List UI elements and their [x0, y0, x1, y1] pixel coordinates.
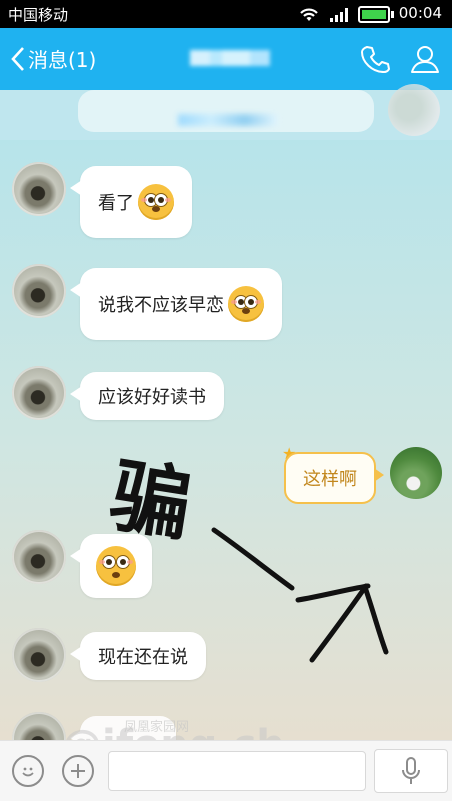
message-bubble[interactable]: 应该好好读书 — [70, 372, 224, 420]
emoji-icon — [22, 767, 34, 777]
clock-label: 00:04 — [398, 4, 442, 22]
plus-button[interactable] — [62, 755, 94, 787]
avatar[interactable] — [12, 530, 66, 584]
status-icons — [298, 6, 394, 23]
avatar[interactable] — [12, 264, 66, 318]
emoji-button[interactable] — [12, 755, 44, 787]
plus-icon — [71, 764, 85, 778]
back-button[interactable]: 消息(1) — [10, 44, 96, 73]
message-bubble[interactable]: 说我不应该早恋 — [70, 268, 282, 340]
chevron-left-icon — [11, 46, 24, 71]
status-bar: 中国移动 00:04 — [0, 0, 452, 28]
flushed-face-emoji-icon — [96, 546, 136, 586]
message-text: 应该好好读书 — [98, 387, 206, 408]
carrier-label: 中国移动 — [8, 6, 69, 24]
wifi-icon — [300, 8, 318, 21]
message-bubble[interactable]: 现在还在说 — [70, 632, 206, 680]
flushed-face-emoji-icon — [138, 184, 174, 220]
contact-icon[interactable] — [410, 44, 440, 74]
message-bubble[interactable]: 看了 — [70, 166, 192, 238]
phone-icon[interactable] — [360, 44, 390, 74]
chat-area — [0, 140, 452, 740]
voice-button[interactable] — [374, 749, 448, 793]
back-label: 消息(1) — [28, 48, 97, 72]
message-text: 说我不应该早恋 — [98, 295, 224, 316]
notice-blur-overlay — [178, 114, 278, 126]
avatar[interactable] — [12, 628, 66, 682]
battery-icon — [358, 6, 394, 23]
message-text: 这样啊 — [303, 469, 357, 490]
notice-avatar — [388, 84, 440, 136]
avatar[interactable] — [12, 162, 66, 216]
input-bar — [0, 740, 452, 801]
microphone-icon — [402, 757, 420, 784]
my-avatar[interactable] — [390, 447, 442, 499]
avatar[interactable] — [12, 366, 66, 420]
message-text: 看了 — [98, 193, 134, 214]
message-input[interactable] — [108, 751, 366, 791]
message-text: 现在还在说 — [98, 647, 188, 668]
message-bubble-outgoing[interactable]: 这样啊 — [284, 452, 384, 504]
chat-header: 消息(1) — [0, 28, 452, 90]
contact-name-blurred — [190, 50, 270, 66]
flushed-face-emoji-icon — [228, 286, 264, 322]
signal-icon — [330, 7, 348, 22]
